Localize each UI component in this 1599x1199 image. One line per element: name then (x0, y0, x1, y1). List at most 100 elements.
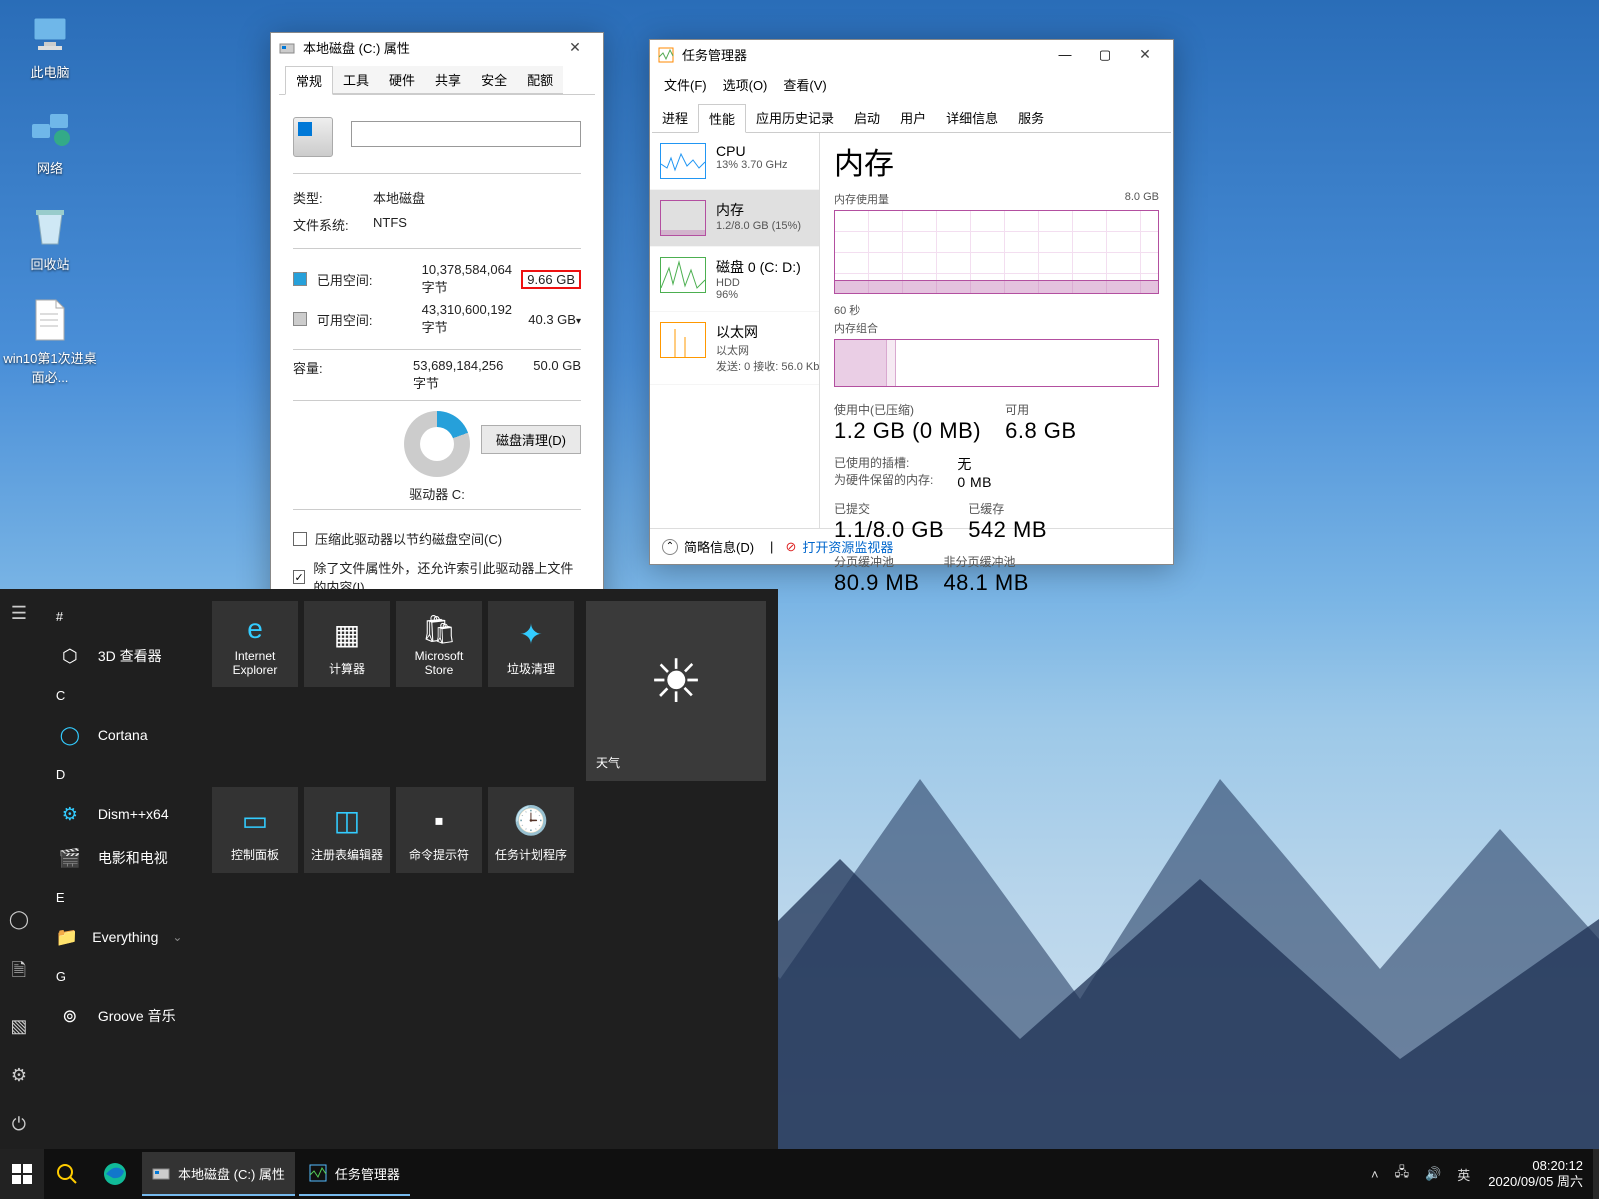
list-letter[interactable]: G (42, 959, 196, 994)
search-button[interactable] (44, 1149, 90, 1199)
desktop-network[interactable]: 网络 (0, 106, 100, 177)
collapse-icon[interactable]: ⌃ (662, 539, 678, 555)
tab-general[interactable]: 常规 (285, 66, 333, 95)
open-resource-monitor-link[interactable]: 打开资源监视器 (802, 537, 893, 556)
composition-label: 内存组合 (834, 320, 878, 336)
hamburger-icon[interactable]: ☰ (11, 603, 27, 624)
tab-hardware[interactable]: 硬件 (379, 66, 425, 94)
perf-ethernet[interactable]: 以太网以太网发送: 0 接收: 56.0 Kbps (650, 312, 819, 385)
start-button[interactable] (0, 1149, 44, 1199)
list-letter[interactable]: D (42, 757, 196, 792)
tab-users[interactable]: 用户 (890, 104, 936, 132)
start-rail: ☰ ◯ 🗎 ▧ ⚙ ⏻ (0, 589, 38, 1149)
tile-regedit[interactable]: ◫注册表编辑器 (304, 787, 390, 873)
app-groove[interactable]: ⊚Groove 音乐 (42, 994, 196, 1038)
time-axis-label: 60 秒 (834, 302, 860, 318)
taskbar-clock[interactable]: 08:20:12 2020/09/05 周六 (1478, 1158, 1593, 1189)
sun-icon: ☀ (649, 609, 703, 754)
tile-cmd[interactable]: ▪命令提示符 (396, 787, 482, 873)
capacity-bytes: 53,689,184,256 字节 (393, 358, 511, 392)
menu-options[interactable]: 选项(O) (717, 73, 774, 96)
app-movies[interactable]: 🎬电影和电视 (42, 836, 196, 880)
perf-sidebar: CPU13% 3.70 GHz 内存1.2/8.0 GB (15%) 磁盘 0 … (650, 133, 820, 528)
ime-indicator[interactable]: 英 (1457, 1165, 1470, 1184)
properties-titlebar[interactable]: 本地磁盘 (C:) 属性 ✕ (271, 33, 603, 62)
drive-large-icon (293, 117, 333, 157)
list-letter[interactable]: # (42, 599, 196, 634)
drive-label-input[interactable] (351, 121, 581, 147)
resource-monitor-icon: ⊘ (785, 539, 796, 555)
perf-cpu[interactable]: CPU13% 3.70 GHz (650, 133, 819, 190)
drive-properties-window: 本地磁盘 (C:) 属性 ✕ 常规 工具 硬件 共享 安全 配额 类型:本地磁盘… (270, 32, 604, 684)
tab-services[interactable]: 服务 (1008, 104, 1054, 132)
user-icon[interactable]: ◯ (9, 909, 29, 930)
desktop-recycle-bin[interactable]: 回收站 (0, 202, 100, 273)
perf-memory[interactable]: 内存1.2/8.0 GB (15%) (650, 190, 819, 247)
tab-quota[interactable]: 配额 (517, 66, 563, 94)
settings-rail-icon[interactable]: ⚙ (11, 1065, 27, 1086)
tile-weather[interactable]: ☀天气 (586, 601, 766, 781)
menu-view[interactable]: 查看(V) (777, 73, 832, 96)
minimize-button[interactable]: — (1045, 47, 1085, 62)
taskmgr-icon (658, 47, 674, 63)
menu-file[interactable]: 文件(F) (658, 73, 713, 96)
app-everything[interactable]: 📁Everything⌄ (42, 915, 196, 959)
compress-checkbox[interactable]: 压缩此驱动器以节约磁盘空间(C) (293, 524, 581, 553)
tile-ie[interactable]: eInternet Explorer (212, 601, 298, 687)
pictures-icon[interactable]: ▧ (10, 1016, 27, 1037)
tray-chevron-up-icon[interactable]: ˄ (1371, 1167, 1379, 1182)
store-icon: 🛍 (421, 609, 457, 649)
desktop-label: 此电脑 (30, 62, 69, 81)
disk-cleanup-button[interactable]: 磁盘清理(D) (481, 425, 581, 454)
window-title: 任务管理器 (682, 45, 1045, 64)
clapper-icon: 🎬 (56, 844, 84, 872)
close-button[interactable]: ✕ (555, 39, 595, 56)
taskbar-app-properties[interactable]: 本地磁盘 (C:) 属性 (142, 1152, 295, 1196)
perf-disk[interactable]: 磁盘 0 (C: D:)HDD96% (650, 247, 819, 312)
tab-tools[interactable]: 工具 (333, 66, 379, 94)
tray-volume-icon[interactable]: 🔊 (1425, 1166, 1441, 1182)
tab-processes[interactable]: 进程 (652, 104, 698, 132)
ie-icon: e (247, 609, 263, 649)
used-bytes: 10,378,584,064 字节 (392, 262, 512, 296)
taskbar-app-taskmgr[interactable]: 任务管理器 (299, 1152, 410, 1196)
tile-control-panel[interactable]: ▭控制面板 (212, 787, 298, 873)
power-icon[interactable]: ⏻ (12, 1114, 26, 1135)
free-label: 可用空间: (317, 310, 392, 329)
taskmgr-titlebar[interactable]: 任务管理器 — ▢ ✕ (650, 40, 1173, 69)
desktop-text-file[interactable]: win10第1次进桌面必... (0, 296, 100, 386)
tile-task-scheduler[interactable]: 🕒任务计划程序 (488, 787, 574, 873)
tab-sharing[interactable]: 共享 (425, 66, 471, 94)
tile-store[interactable]: 🛍Microsoft Store (396, 601, 482, 687)
app-cortana[interactable]: ◯Cortana (42, 713, 196, 757)
edge-button[interactable] (90, 1149, 140, 1199)
free-swatch (293, 312, 307, 326)
used-label: 已用空间: (317, 270, 392, 289)
start-app-list[interactable]: # ⬡3D 查看器 C ◯Cortana D ⚙Dism++x64 🎬电影和电视… (38, 589, 200, 1149)
list-letter[interactable]: C (42, 678, 196, 713)
brief-details-button[interactable]: 简略信息(D) (684, 537, 754, 556)
gear-icon: ⚙ (56, 800, 84, 828)
drive-icon (279, 40, 295, 56)
tab-details[interactable]: 详细信息 (936, 104, 1008, 132)
tile-cleanup[interactable]: ✦垃圾清理 (488, 601, 574, 687)
close-button[interactable]: ✕ (1125, 46, 1165, 63)
tab-performance[interactable]: 性能 (698, 104, 746, 133)
tab-startup[interactable]: 启动 (844, 104, 890, 132)
type-label: 类型: (293, 188, 373, 207)
app-3d-viewer[interactable]: ⬡3D 查看器 (42, 634, 196, 678)
documents-icon[interactable]: 🗎 (12, 958, 26, 988)
list-letter[interactable]: E (42, 880, 196, 915)
show-desktop-button[interactable] (1593, 1149, 1599, 1199)
desktop-this-pc[interactable]: 此电脑 (0, 10, 100, 81)
cortana-icon: ◯ (56, 721, 84, 749)
tile-calculator[interactable]: ▦计算器 (304, 601, 390, 687)
mini-cpu-chart (660, 143, 706, 179)
maximize-button[interactable]: ▢ (1085, 47, 1125, 63)
max-label: 8.0 GB (1125, 191, 1159, 207)
app-dism[interactable]: ⚙Dism++x64 (42, 792, 196, 836)
start-tiles: eInternet Explorer ▦计算器 🛍Microsoft Store… (200, 589, 778, 1149)
tab-security[interactable]: 安全 (471, 66, 517, 94)
tab-app-history[interactable]: 应用历史记录 (746, 104, 844, 132)
tray-network-icon[interactable]: 🖧 (1395, 1163, 1410, 1185)
